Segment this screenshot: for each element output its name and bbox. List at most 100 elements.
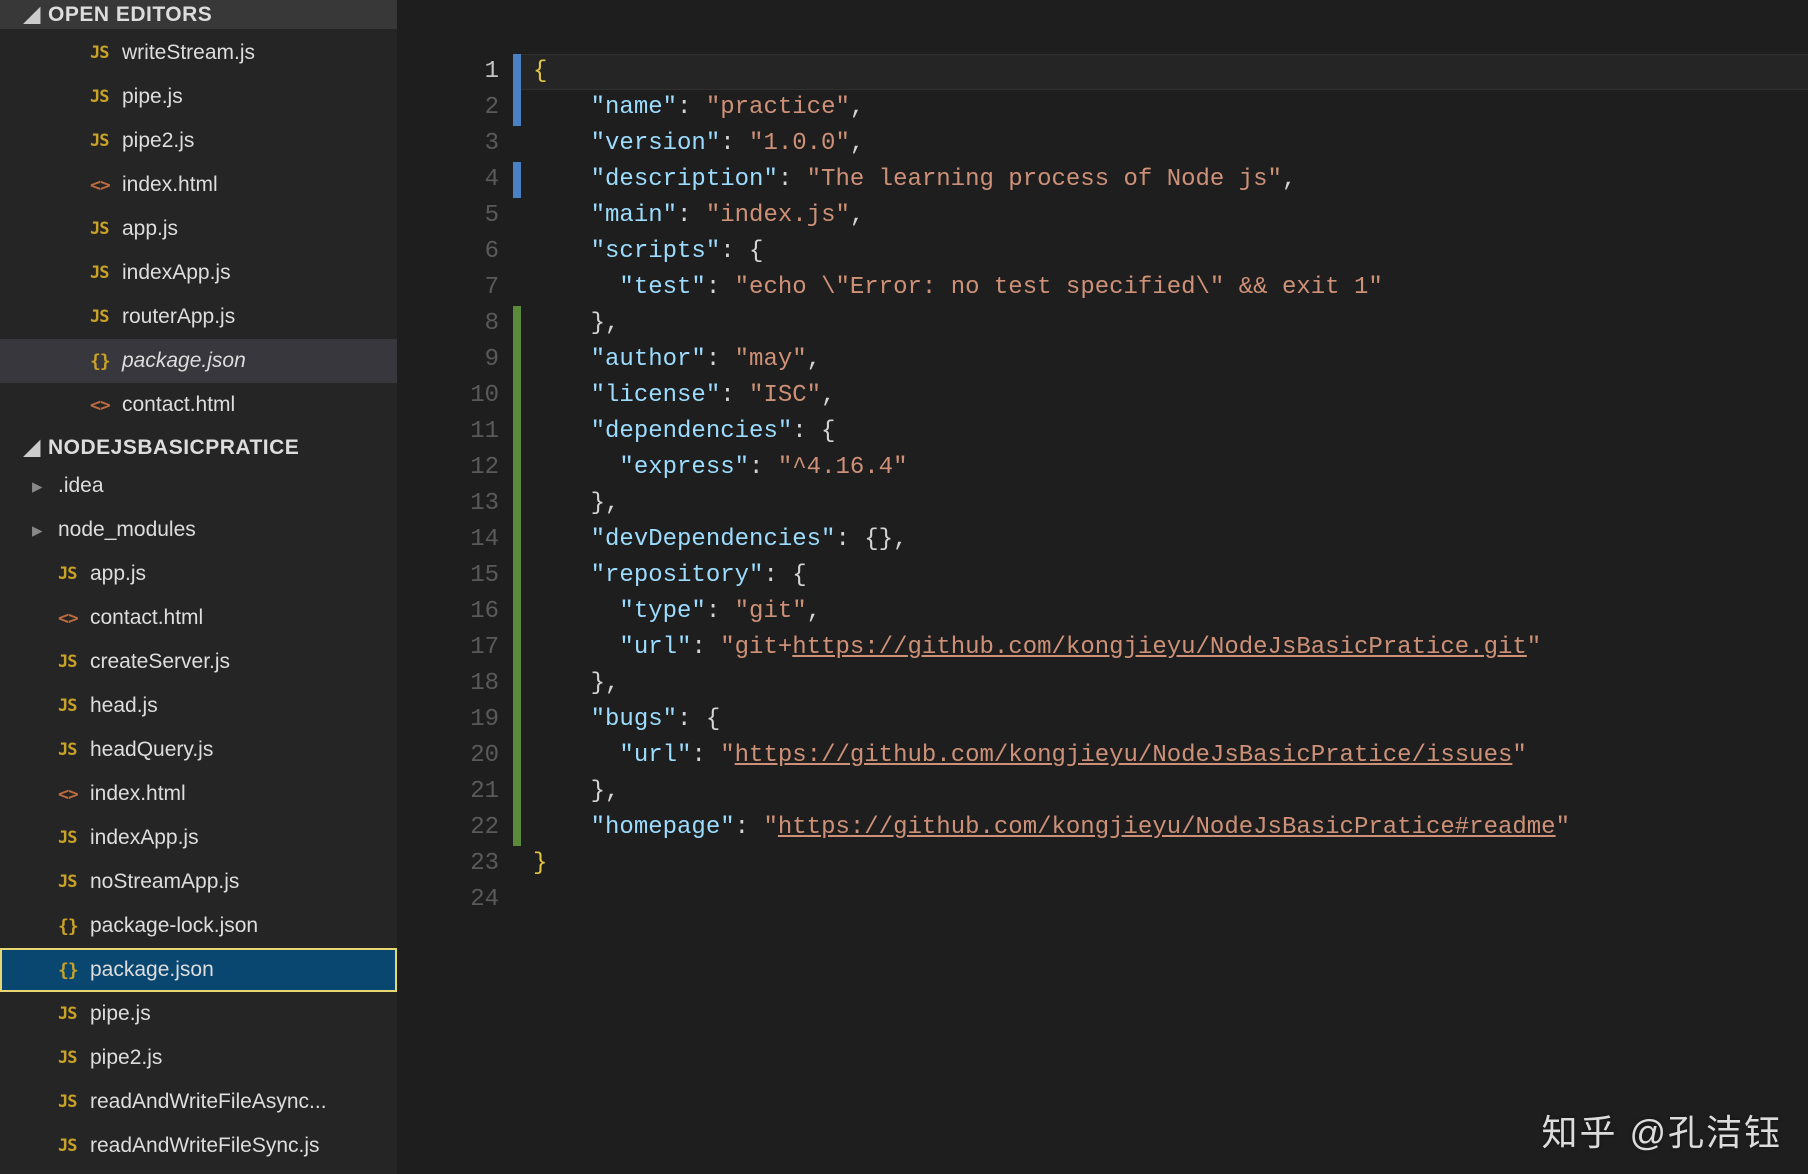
file-item[interactable]: JSpipe2.js — [0, 1036, 397, 1080]
code-line[interactable]: }, — [533, 666, 1808, 702]
project-header[interactable]: ◢ NODEJSBASICPRATICE — [0, 433, 397, 462]
code-line[interactable]: "name": "practice", — [533, 90, 1808, 126]
line-dirty-marker — [513, 126, 521, 162]
file-item[interactable]: JSnoStreamApp.js — [0, 860, 397, 904]
folder-item[interactable]: ▸.idea — [0, 464, 397, 508]
line-number: 5 — [397, 198, 499, 234]
code-token — [533, 706, 591, 733]
twisty-right-icon: ▸ — [32, 518, 58, 543]
line-dirty-marker — [513, 810, 521, 846]
code-line[interactable]: } — [533, 846, 1808, 882]
line-dirty-marker — [513, 666, 521, 702]
code-token: "description" — [591, 166, 778, 193]
code-token — [533, 346, 591, 373]
code-token: "echo \"Error: no test specified\" && ex… — [735, 274, 1383, 301]
code-area[interactable]: { "name": "practice", "version": "1.0.0"… — [521, 54, 1808, 1174]
line-number: 3 — [397, 126, 499, 162]
folder-item[interactable]: ▸node_modules — [0, 508, 397, 552]
code-line[interactable]: "description": "The learning process of … — [533, 162, 1808, 198]
code-line[interactable]: "version": "1.0.0", — [533, 126, 1808, 162]
code-line[interactable]: }, — [533, 774, 1808, 810]
open-editor-item[interactable]: JSwriteStream.js — [0, 31, 397, 75]
open-editor-item[interactable]: {}package.json — [0, 339, 397, 383]
code-line[interactable]: "author": "may", — [533, 342, 1808, 378]
open-editor-item[interactable]: JSrouterApp.js — [0, 295, 397, 339]
open-editor-item[interactable]: JSpipe2.js — [0, 119, 397, 163]
file-item[interactable]: JSapp.js — [0, 552, 397, 596]
open-editors-label: OPEN EDITORS — [48, 3, 212, 27]
code-line[interactable]: "devDependencies": {}, — [533, 522, 1808, 558]
js-file-icon: JS — [58, 652, 90, 672]
file-item[interactable]: JScreateServer.js — [0, 640, 397, 684]
code-line[interactable]: "test": "echo \"Error: no test specified… — [533, 270, 1808, 306]
file-item[interactable]: JShead.js — [0, 684, 397, 728]
open-editor-item[interactable]: JSpipe.js — [0, 75, 397, 119]
open-editor-item[interactable]: <>contact.html — [0, 383, 397, 427]
file-item[interactable]: <>index.html — [0, 772, 397, 816]
code-line[interactable]: "bugs": { — [533, 702, 1808, 738]
file-name: package.json — [122, 349, 246, 373]
code-token: " — [720, 742, 734, 769]
html-file-icon: <> — [58, 784, 90, 805]
code-line[interactable]: "url": "git+https://github.com/kongjieyu… — [533, 630, 1808, 666]
open-editor-item[interactable]: JSindexApp.js — [0, 251, 397, 295]
open-editor-item[interactable]: <>index.html — [0, 163, 397, 207]
code-line[interactable]: "dependencies": { — [533, 414, 1808, 450]
code-line[interactable]: "scripts": { — [533, 234, 1808, 270]
file-item[interactable]: {}package.json — [0, 948, 397, 992]
code-line[interactable]: { — [521, 54, 1808, 90]
code-line[interactable]: "url": "https://github.com/kongjieyu/Nod… — [533, 738, 1808, 774]
code-token: : — [706, 274, 735, 301]
file-name: pipe2.js — [122, 129, 194, 153]
js-file-icon: JS — [58, 828, 90, 848]
file-item[interactable]: JSheadQuery.js — [0, 728, 397, 772]
code-line[interactable]: }, — [533, 306, 1808, 342]
file-name: contact.html — [90, 606, 203, 630]
file-item[interactable]: JSpipe.js — [0, 992, 397, 1036]
line-number: 1 — [397, 54, 499, 90]
file-name: readAndWriteFileAsync... — [90, 1090, 327, 1114]
code-line[interactable]: "homepage": "https://github.com/kongjiey… — [533, 810, 1808, 846]
json-file-icon: {} — [90, 351, 122, 372]
code-token: : — [706, 346, 735, 373]
line-dirty-marker — [513, 450, 521, 486]
code-token — [533, 238, 591, 265]
code-token — [533, 598, 619, 625]
file-item[interactable]: JSindexApp.js — [0, 816, 397, 860]
twisty-down-icon: ◢ — [24, 2, 42, 27]
line-dirty-marker — [513, 558, 521, 594]
file-name: contact.html — [122, 393, 235, 417]
file-item[interactable]: JSreadAndWriteFileSync.js — [0, 1124, 397, 1168]
line-number: 4 — [397, 162, 499, 198]
open-editors-header[interactable]: ◢ OPEN EDITORS — [0, 0, 397, 29]
code-line[interactable]: "repository": { — [533, 558, 1808, 594]
code-token: https://github.com/kongjieyu/NodeJsBasic… — [778, 814, 1556, 841]
line-dirty-marker — [513, 90, 521, 126]
code-line[interactable]: }, — [533, 486, 1808, 522]
file-item[interactable]: <>contact.html — [0, 596, 397, 640]
code-token: }, — [533, 778, 619, 805]
code-token: "express" — [619, 454, 749, 481]
file-item[interactable]: JSreadAndWriteFileAsync... — [0, 1080, 397, 1124]
code-line[interactable]: "main": "index.js", — [533, 198, 1808, 234]
editor[interactable]: 123456789101112131415161718192021222324 … — [397, 0, 1808, 1174]
file-item[interactable]: {}package-lock.json — [0, 904, 397, 948]
line-dirty-marker — [513, 630, 521, 666]
open-editor-item[interactable]: JSapp.js — [0, 207, 397, 251]
code-line[interactable]: "license": "ISC", — [533, 378, 1808, 414]
code-line[interactable] — [533, 882, 1808, 918]
code-token: { — [533, 58, 547, 85]
sidebar: ◢ OPEN EDITORS JSwriteStream.jsJSpipe.js… — [0, 0, 397, 1174]
code-token — [533, 634, 619, 661]
code-token: "url" — [619, 742, 691, 769]
js-file-icon: JS — [90, 263, 122, 283]
file-name: app.js — [90, 562, 146, 586]
code-token — [533, 382, 591, 409]
code-token — [533, 418, 591, 445]
code-line[interactable]: "express": "^4.16.4" — [533, 450, 1808, 486]
code-line[interactable]: "type": "git", — [533, 594, 1808, 630]
code-token: , — [807, 598, 821, 625]
code-token: " — [1527, 634, 1541, 661]
file-name: pipe.js — [90, 1002, 151, 1026]
js-file-icon: JS — [90, 219, 122, 239]
